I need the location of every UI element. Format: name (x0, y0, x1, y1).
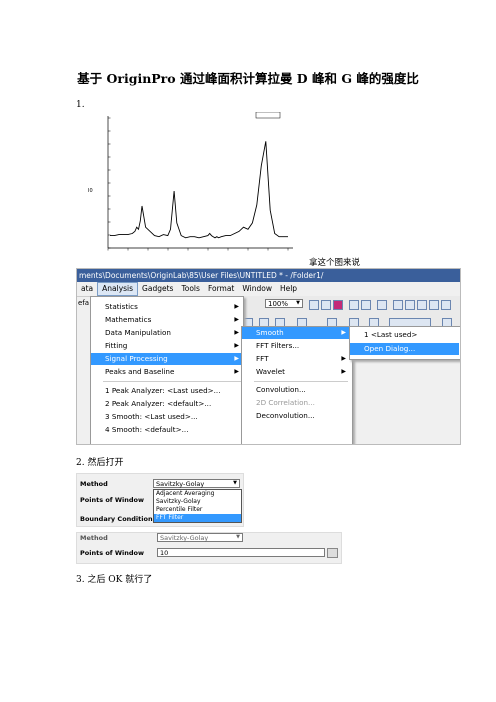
recent-item[interactable]: 1 Peak Analyzer: <Last used>... (91, 385, 243, 397)
method-option-selected[interactable]: FFT Filter (154, 514, 241, 522)
step-3-label: 3. 之后 OK 就行了 (76, 575, 153, 585)
x-axis-ticks (107, 248, 289, 251)
menu-item-fft-filters[interactable]: FFT Filters... (242, 340, 350, 352)
points-of-window-label: Points of Window (80, 496, 145, 504)
boundary-condition-label: Boundary Condition (80, 515, 153, 523)
menu-tools[interactable]: Tools (177, 282, 203, 296)
zoom-select[interactable]: 100% ▼ (265, 299, 303, 308)
origin-menu-screenshot: ments\Documents\OriginLab\85\User Files\… (76, 268, 461, 445)
menu-item-peaks-and-baseline[interactable]: Peaks and Baseline ▶ (91, 366, 243, 378)
smooth-submenu: 1 <Last used> Open Dialog... (349, 326, 460, 360)
menu-analysis[interactable]: Analysis (97, 282, 139, 296)
method-options-list: Adjacent Averaging Savitzky-Golay Percen… (153, 489, 242, 523)
method-label: Method (80, 480, 108, 488)
chevron-right-icon: ▶ (341, 355, 346, 362)
menu-item-signal-processing[interactable]: Signal Processing ▶ (91, 353, 243, 365)
menu-data[interactable]: ata (77, 282, 97, 296)
tree-icon[interactable] (377, 300, 387, 310)
print-icon[interactable] (309, 300, 319, 310)
method-select[interactable]: Savitzky-Golay ▼ (157, 533, 243, 542)
layout-icon[interactable] (349, 300, 359, 310)
arrow-button[interactable] (327, 548, 338, 558)
menu-item-data-manipulation[interactable]: Data Manipulation ▶ (91, 327, 243, 339)
menu-item-fitting[interactable]: Fitting ▶ (91, 340, 243, 352)
menu-item-fft[interactable]: FFT ▶ (242, 353, 350, 365)
menu-item-statistics[interactable]: Statistics ▶ (91, 301, 243, 313)
chevron-right-icon: ▶ (341, 368, 346, 375)
menu-item-open-dialog[interactable]: Open Dialog... (350, 343, 459, 355)
menu-item-convolution[interactable]: Convolution... (242, 384, 350, 396)
table-icon[interactable] (405, 300, 415, 310)
plot-icon[interactable] (441, 300, 451, 310)
method-option[interactable]: Adjacent Averaging (154, 490, 241, 498)
menu-help[interactable]: Help (276, 282, 301, 296)
method-dialog-screenshot: Method Savitzky-Golay ▼ Points of Window … (76, 473, 244, 527)
recent-item[interactable]: 2 Peak Analyzer: <default>... (91, 398, 243, 410)
chart-caption: 拿这个图来说 (309, 258, 361, 268)
method-select[interactable]: Savitzky-Golay ▼ (153, 479, 240, 488)
menu-item-deconvolution[interactable]: Deconvolution... (242, 410, 350, 422)
chevron-down-icon: ▼ (236, 534, 240, 540)
menu-separator (254, 381, 348, 382)
menu-item-2d-correlation: 2D Correlation... (256, 398, 315, 407)
menu-item-smooth[interactable]: Smooth ▶ (242, 327, 350, 339)
menu-format[interactable]: Format (204, 282, 238, 296)
step-2-label: 2. 然后打开 (76, 458, 124, 468)
points-of-window-label: Points of Window (80, 549, 145, 557)
analysis-dropdown: Statistics ▶ Mathematics ▶ Data Manipulati… (90, 296, 244, 444)
report-icon[interactable] (361, 300, 371, 310)
chevron-down-icon: ▼ (233, 480, 237, 486)
recent-item[interactable]: 4 Smooth: <default>... (91, 424, 243, 436)
y-axis-ticks (108, 117, 111, 249)
raman-spectrum-chart: I0 (88, 112, 293, 251)
menu-gadgets[interactable]: Gadgets (138, 282, 177, 296)
document-title: 基于 OriginPro 通过峰面积计算拉曼 D 峰和 G 峰的强度比 (77, 71, 419, 86)
method-label: Method (80, 534, 108, 542)
chart-icon[interactable] (393, 300, 403, 310)
copy-icon[interactable] (321, 300, 331, 310)
menu-item-last-used[interactable]: 1 <Last used> (350, 329, 459, 341)
window-icon[interactable] (417, 300, 427, 310)
left-toolbar-stub: efa (78, 299, 90, 307)
menu-item-mathematics[interactable]: Mathematics ▶ (91, 314, 243, 326)
chevron-right-icon: ▶ (234, 355, 239, 362)
menu-window[interactable]: Window (238, 282, 276, 296)
signal-processing-submenu: Smooth ▶ FFT Filters... FFT ▶ Wavelet ▶ Con… (241, 326, 353, 444)
chevron-right-icon: ▶ (234, 303, 239, 310)
method-option[interactable]: Savitzky-Golay (154, 498, 241, 506)
legend-box (255, 112, 281, 119)
points-dialog-screenshot: Method Savitzky-Golay ▼ Points of Window … (76, 532, 342, 564)
points-of-window-input[interactable]: 10 (157, 548, 325, 557)
page-icon[interactable] (333, 300, 343, 310)
grid-icon[interactable] (429, 300, 439, 310)
recent-item[interactable]: 3 Smooth: <Last used>... (91, 411, 243, 423)
window-title-bar: ments\Documents\OriginLab\85\User Files\… (77, 269, 460, 282)
step-1-label: 1. (76, 100, 85, 110)
method-option[interactable]: Percentile Filter (154, 506, 241, 514)
y-axis-mark: I0 (88, 188, 93, 194)
chevron-right-icon: ▶ (234, 316, 239, 323)
chevron-right-icon: ▶ (234, 329, 239, 336)
menu-bar: ata Analysis Gadgets Tools Format Window Help (77, 282, 460, 297)
chevron-right-icon: ▶ (234, 342, 239, 349)
chevron-right-icon: ▶ (341, 329, 346, 336)
menu-item-wavelet[interactable]: Wavelet ▶ (242, 366, 350, 378)
chevron-right-icon: ▶ (234, 368, 239, 375)
menu-separator (103, 381, 241, 382)
spectrum-line (110, 141, 288, 239)
